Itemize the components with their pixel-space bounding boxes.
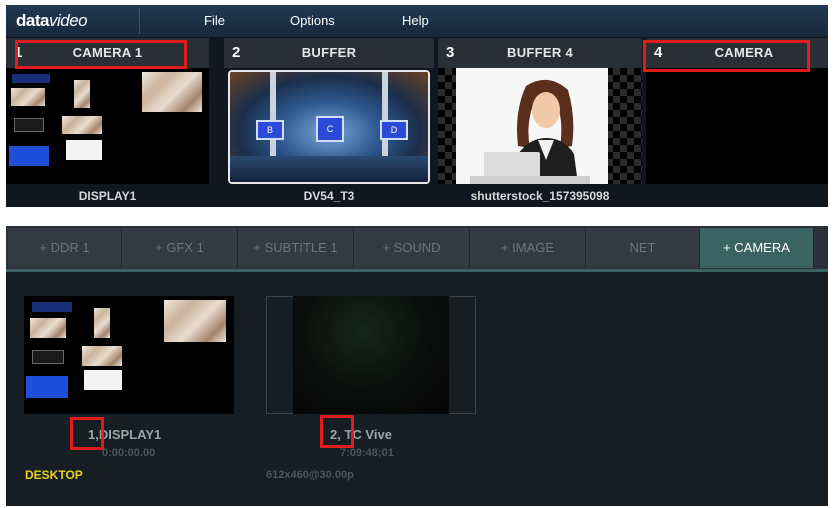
device-thumbnail-tc-vive[interactable]	[293, 296, 449, 414]
source-caption: shutterstock_157395098	[470, 189, 610, 203]
tab-net[interactable]: NET	[586, 228, 700, 268]
set-column	[270, 72, 276, 162]
highlight-box-device-2	[320, 415, 354, 448]
menu-file[interactable]: File	[204, 5, 225, 37]
set-floor	[230, 156, 428, 182]
app-logo: datavideo	[16, 11, 88, 30]
desktop-icon	[164, 300, 226, 342]
tab-subtitle-1[interactable]: + SUBTITLE 1	[238, 228, 354, 268]
desktop-icon	[62, 116, 102, 134]
desktop-icon	[82, 346, 122, 366]
tab-sound[interactable]: + SOUND	[354, 228, 470, 268]
source-caption: DV54_T3	[303, 189, 355, 203]
desktop-icon	[32, 350, 64, 364]
source-preview-selected: B C D	[228, 70, 430, 184]
input-manager-panel: + DDR 1 + GFX 1 + SUBTITLE 1 + SOUND + I…	[6, 226, 828, 506]
set-screen-center: C	[316, 116, 344, 142]
source-preview	[438, 68, 642, 184]
desktop-icon	[32, 302, 72, 312]
desktop-icon	[12, 74, 50, 83]
set-column	[382, 72, 388, 162]
desktop-icon	[14, 118, 44, 132]
camera-device-list: 1,DISPLAY1 0:00:00.00 DESKTOP 2, TC Vive…	[6, 272, 828, 506]
device-thumbnail-display1[interactable]	[24, 296, 234, 414]
source-preview	[6, 68, 209, 184]
desktop-icon	[74, 80, 90, 108]
desktop-icon	[30, 318, 66, 338]
set-screen-right: D	[380, 120, 408, 140]
tab-gfx-1[interactable]: + GFX 1	[122, 228, 238, 268]
source-slot-3[interactable]: 3 BUFFER 4 shutterstock_157395098	[438, 38, 642, 207]
source-slot-2[interactable]: 2 BUFFER B C D DV54_T3	[224, 38, 434, 207]
desktop-icon	[142, 72, 202, 112]
source-header: 3 BUFFER 4	[438, 38, 642, 68]
tab-camera[interactable]: + CAMERA	[700, 228, 814, 268]
device-name: DISPLAY1	[98, 427, 162, 442]
desktop-icon	[11, 88, 45, 106]
menu-bar: datavideo File Options Help	[6, 5, 828, 38]
device-timecode: 7:09:48;01	[340, 447, 394, 459]
source-header: 2 BUFFER	[224, 38, 434, 68]
source-title: BUFFER 4	[507, 45, 573, 60]
menu-options[interactable]: Options	[290, 5, 335, 37]
source-tabs: + DDR 1 + GFX 1 + SUBTITLE 1 + SOUND + I…	[6, 226, 828, 269]
desktop-icon	[94, 308, 110, 338]
tab-image[interactable]: + IMAGE	[470, 228, 586, 268]
dark-video-frame	[293, 296, 449, 414]
desktop-icon	[84, 370, 122, 390]
photo-woman-headset	[456, 68, 608, 184]
device-timecode: 0:00:00.00	[102, 447, 156, 459]
menu-help[interactable]: Help	[402, 5, 429, 37]
switcher-panel: datavideo File Options Help 1 CAMERA 1 D…	[6, 5, 828, 207]
menu-divider	[139, 8, 140, 34]
highlight-box-source-4	[643, 40, 810, 72]
highlight-box-device-1	[70, 417, 104, 450]
desktop-icon	[66, 140, 102, 160]
source-preview-empty	[646, 68, 828, 184]
device-resolution: 612x460@30.00p	[266, 469, 354, 481]
desktop-tag: DESKTOP	[25, 468, 83, 482]
source-caption: DISPLAY1	[78, 189, 137, 203]
source-title: BUFFER	[301, 45, 357, 60]
desktop-icon	[26, 376, 68, 398]
set-screen-left: B	[256, 120, 284, 140]
source-caption	[646, 187, 828, 205]
highlight-box-source-1	[15, 40, 187, 69]
desktop-icon	[9, 146, 49, 166]
tab-ddr-1[interactable]: + DDR 1	[8, 228, 122, 268]
